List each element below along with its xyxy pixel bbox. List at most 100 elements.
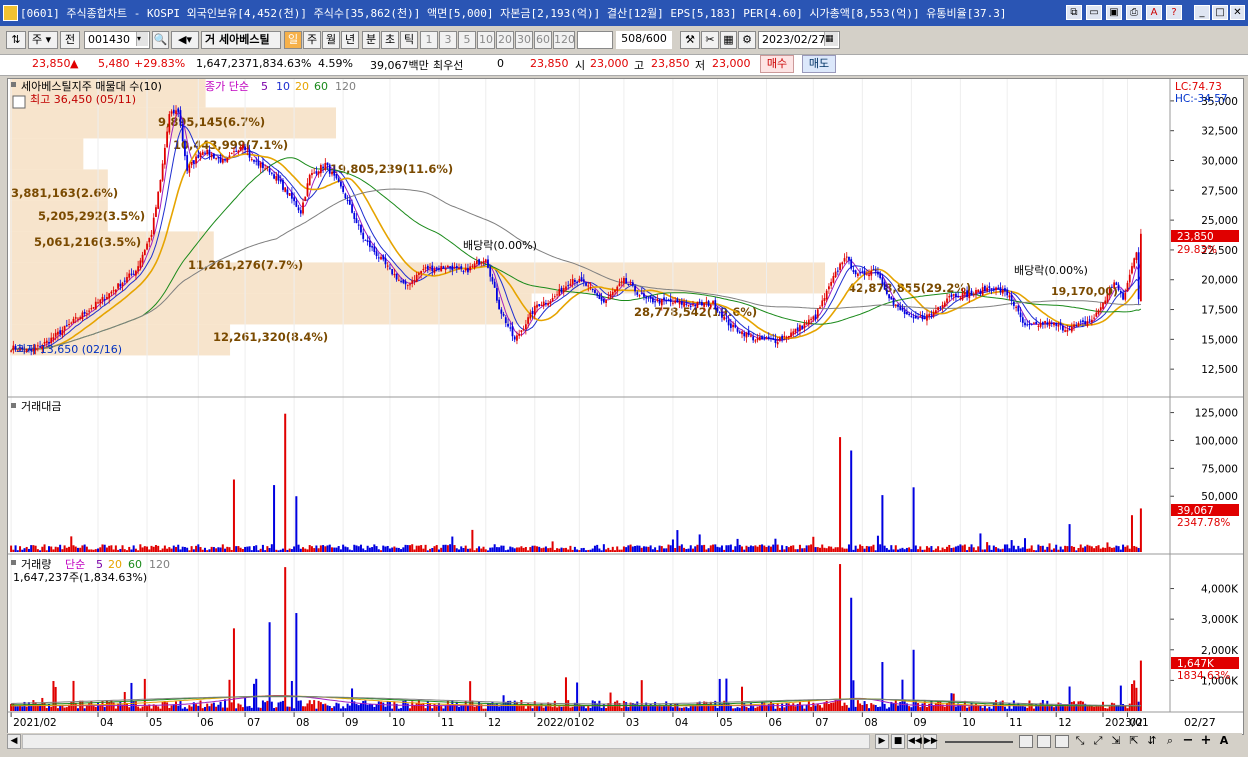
- ma-legend-label[interactable]: 종가 단순: [205, 80, 249, 93]
- scroll-play-icon[interactable]: ▶: [875, 734, 889, 749]
- all-button[interactable]: 전: [60, 31, 80, 49]
- market-select[interactable]: 주 ▾: [28, 31, 58, 49]
- period-tick-button[interactable]: 틱: [400, 31, 418, 49]
- unit-3-button[interactable]: 3: [439, 31, 457, 49]
- date-input[interactable]: 2023/02/27 ▦: [758, 31, 840, 49]
- unit-60-button[interactable]: 60: [534, 31, 552, 49]
- amount-bar: [146, 546, 149, 552]
- save-icon[interactable]: ▦: [720, 31, 737, 49]
- price-panel-title[interactable]: 세아베스틸지주 매물대 수(10): [21, 80, 162, 93]
- custom-unit-input[interactable]: [577, 31, 613, 49]
- ma-legend-120[interactable]: 120: [335, 80, 356, 93]
- layout-icon-1[interactable]: [1019, 735, 1033, 748]
- amount-panel-title[interactable]: 거래대금: [21, 400, 61, 413]
- candle-body: [123, 280, 126, 282]
- window-link-icon[interactable]: ⧉: [1066, 5, 1082, 20]
- minimize-button[interactable]: _: [1194, 5, 1210, 20]
- amount-bar: [36, 549, 39, 552]
- zoom-in-icon[interactable]: +: [1199, 733, 1213, 749]
- compress-icon[interactable]: ⤢: [1091, 734, 1105, 749]
- panel-handle-icon[interactable]: [11, 82, 16, 87]
- window-cascade-icon[interactable]: ▣: [1106, 5, 1122, 20]
- vol-ma-20[interactable]: 20: [108, 558, 122, 571]
- candle-body: [863, 270, 866, 275]
- amount-bar: [787, 547, 790, 552]
- amount-bar: [812, 536, 815, 552]
- amount-bar: [578, 550, 581, 552]
- code-dropdown-icon[interactable]: ▾: [136, 32, 148, 46]
- ma-legend-10[interactable]: 10: [276, 80, 290, 93]
- zoom-out-icon[interactable]: −: [1181, 733, 1195, 749]
- candle-body: [146, 243, 148, 250]
- chart-tool-icon[interactable]: ⚒: [680, 31, 700, 49]
- expand-icon[interactable]: ⤡: [1073, 734, 1087, 749]
- scroll-pause-icon[interactable]: ■: [891, 734, 905, 749]
- unit-30-button[interactable]: 30: [515, 31, 533, 49]
- unit-10-button[interactable]: 10: [477, 31, 495, 49]
- ma-legend-20[interactable]: 20: [295, 80, 309, 93]
- amount-panel-handle-icon[interactable]: [11, 403, 16, 408]
- chart-svg[interactable]: 12,261,320(8.4%)28,778,542(19.6%)42,878,…: [8, 79, 1243, 734]
- pin-icon[interactable]: ⇅: [6, 31, 26, 49]
- amount-bar: [353, 544, 356, 552]
- zoom-slider[interactable]: [945, 741, 1013, 743]
- scissors-icon[interactable]: ✂: [701, 31, 719, 49]
- unit-120-button[interactable]: 120: [553, 31, 575, 49]
- period-week-button[interactable]: 주: [303, 31, 321, 49]
- maximize-button[interactable]: □: [1212, 5, 1228, 20]
- buy-button[interactable]: 매수: [760, 55, 794, 73]
- scroll-left-icon[interactable]: ◀: [7, 734, 21, 749]
- ma-legend-60[interactable]: 60: [314, 80, 328, 93]
- period-year-button[interactable]: 년: [341, 31, 359, 49]
- volume-bar: [687, 708, 690, 711]
- unit-1-button[interactable]: 1: [420, 31, 438, 49]
- scroll-forward-icon[interactable]: ▶▶: [923, 734, 938, 749]
- tool-icon[interactable]: ⇵: [1145, 734, 1159, 749]
- amount-bar: [573, 546, 576, 552]
- fit-icon[interactable]: ⇲: [1109, 734, 1123, 749]
- volume-bar: [680, 707, 683, 711]
- unit-5-button[interactable]: 5: [458, 31, 476, 49]
- window-alert-icon[interactable]: A: [1146, 5, 1162, 20]
- volume-panel-title[interactable]: 거래량: [21, 558, 51, 571]
- candle-body: [538, 304, 541, 307]
- close-button[interactable]: ✕: [1230, 5, 1245, 20]
- volume-panel-handle-icon[interactable]: [11, 560, 16, 565]
- calendar-icon[interactable]: ▦: [824, 32, 838, 46]
- speaker-icon[interactable]: ◀▾: [171, 31, 199, 49]
- window-tile-icon[interactable]: ▭: [1086, 5, 1102, 20]
- stock-name-field[interactable]: 거 세아베스틸: [201, 31, 281, 49]
- shrink-icon[interactable]: ⇱: [1127, 734, 1141, 749]
- layout-icon-2[interactable]: [1037, 735, 1051, 748]
- amount-bar: [925, 546, 928, 552]
- vol-ma-120[interactable]: 120: [149, 558, 170, 571]
- candle-body: [1021, 317, 1024, 323]
- sell-button[interactable]: 매도: [802, 55, 836, 73]
- ma-legend-5[interactable]: 5: [261, 80, 268, 93]
- unit-20-button[interactable]: 20: [496, 31, 514, 49]
- scroll-rewind-icon[interactable]: ◀◀: [907, 734, 922, 749]
- stock-code-input[interactable]: 001430 ▾: [84, 31, 150, 49]
- candle-body: [57, 331, 59, 335]
- period-month-button[interactable]: 월: [322, 31, 340, 49]
- candle-body: [215, 157, 218, 159]
- layout-icon-3[interactable]: [1055, 735, 1069, 748]
- grid-toggle-icon[interactable]: [12, 95, 26, 109]
- vol-ma-60[interactable]: 60: [128, 558, 142, 571]
- period-second-button[interactable]: 초: [381, 31, 399, 49]
- vol-ma-label[interactable]: 단순: [65, 558, 85, 571]
- search-icon[interactable]: 🔍: [152, 31, 169, 49]
- horizontal-scrollbar[interactable]: [22, 734, 870, 749]
- vol-ma-5[interactable]: 5: [96, 558, 103, 571]
- period-day-button[interactable]: 일: [284, 31, 302, 49]
- candle-body: [531, 310, 534, 314]
- zoom-search-icon[interactable]: ⌕: [1163, 734, 1177, 749]
- candle-body: [357, 224, 360, 226]
- window-help-icon[interactable]: ?: [1166, 5, 1182, 20]
- settings-icon[interactable]: ⚙: [738, 31, 756, 49]
- window-print-icon[interactable]: ⎙: [1126, 5, 1142, 20]
- chart-area[interactable]: 12,261,320(8.4%) 28,778,542(19.6%) 42,878,…: [7, 78, 1244, 735]
- candle-body: [542, 301, 545, 307]
- auto-scale-icon[interactable]: A: [1217, 734, 1231, 749]
- period-minute-button[interactable]: 분: [362, 31, 380, 49]
